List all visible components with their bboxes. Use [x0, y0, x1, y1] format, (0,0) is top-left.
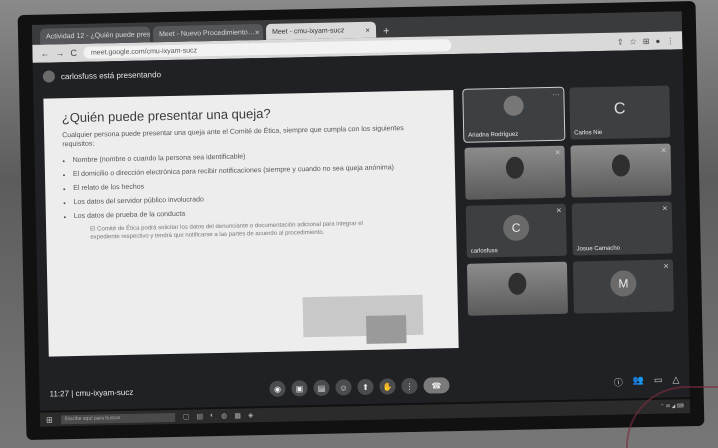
hand-icon[interactable]: ✋ — [379, 378, 396, 395]
tab-label: Meet - cmu-ixyam-sucz — [271, 26, 345, 36]
participant-tile[interactable]: C ✕ carlosfuss — [465, 203, 567, 258]
participant-avatar: C — [502, 214, 530, 242]
participant-tile[interactable]: ⋯ Ariadna Rodríguez — [462, 86, 566, 143]
menu-icon[interactable]: ⋮ — [666, 36, 674, 45]
participant-tile[interactable]: ✕ Josue Camacho — [571, 201, 673, 256]
control-buttons: ◉ ▣ ▤ ☺ ⬆ ✋ ⋮ ☎ — [269, 377, 450, 397]
slide-note: El Comité de Ética podrá solicitar los d… — [90, 221, 363, 241]
camera-icon[interactable]: ▣ — [291, 380, 308, 397]
participant-name: Ariadna Rodríguez — [468, 131, 519, 139]
monitor: Actividad 12 - ¿Quién puede presentar… ×… — [17, 0, 705, 441]
participant-name: Carlos Nie — [574, 129, 603, 137]
word-icon[interactable]: ▦ — [234, 412, 241, 420]
captions-icon[interactable]: ▤ — [313, 379, 330, 397]
edge-icon[interactable]: ◐ — [210, 412, 214, 420]
mic-icon[interactable]: ◉ — [269, 380, 286, 397]
tab-label: Actividad 12 - ¿Quién puede presentar… — [46, 30, 151, 41]
list-item: El domicilio o dirección electrónica par… — [73, 162, 437, 179]
taskbar-apps: ▢ ▤ ◐ ◍ ▦ ◈ — [183, 411, 254, 421]
profile-icon[interactable]: ● — [655, 36, 660, 45]
share-icon[interactable]: ⇪ — [617, 37, 624, 46]
participant-tile[interactable]: C Carlos Nie — [569, 85, 671, 140]
activities-icon[interactable]: △ — [672, 374, 679, 387]
participant-avatar: M — [610, 270, 637, 298]
participant-video — [611, 154, 631, 178]
participant-tile[interactable]: M ✕ — [572, 259, 674, 314]
presenting-text: carlosfuss está presentando — [60, 69, 162, 81]
screen: Actividad 12 - ¿Quién puede presentar… ×… — [31, 11, 690, 411]
presenting-banner: carlosfuss está presentando — [42, 68, 162, 83]
mic-off-icon: ✕ — [660, 147, 667, 155]
reload-icon[interactable]: C — [70, 48, 77, 58]
more-icon[interactable]: ⋮ — [401, 377, 418, 395]
extensions-icon[interactable]: ⊞ — [643, 36, 650, 45]
meeting-info: 11:27 | cmu-ixyam-sucz — [49, 387, 134, 399]
participant-video — [508, 272, 527, 296]
mic-off-icon: ✕ — [554, 149, 561, 157]
clock: 11:27 — [49, 388, 70, 399]
end-call-button[interactable]: ☎ — [423, 377, 450, 394]
present-icon[interactable]: ⬆ — [357, 378, 374, 396]
emoji-icon[interactable]: ☺ — [335, 379, 352, 396]
app-icon[interactable]: ◈ — [248, 411, 254, 419]
browser-tab-active[interactable]: Meet - cmu-ixyam-sucz × — [265, 21, 377, 40]
chrome-icon[interactable]: ◍ — [221, 412, 227, 420]
slide-image-icon — [365, 315, 407, 344]
tab-label: Meet - Nuevo Procedimiento… — [158, 28, 255, 38]
folder-icon[interactable]: ▤ — [196, 412, 203, 420]
task-view-icon[interactable]: ▢ — [183, 413, 190, 421]
participant-tile[interactable]: ✕ — [464, 145, 566, 200]
meeting-code: cmu-ixyam-sucz — [75, 387, 134, 398]
participant-tile[interactable]: ✕ — [570, 143, 672, 198]
windows-start-icon[interactable]: ⊞ — [46, 415, 53, 424]
participant-video — [505, 156, 525, 180]
mic-off-icon: ✕ — [663, 263, 670, 271]
participant-name: carlosfuss — [470, 248, 498, 255]
browser-tab[interactable]: Meet - Nuevo Procedimiento… × — [152, 24, 264, 43]
extension-icons: ⇪ ☆ ⊞ ● ⋮ — [617, 36, 675, 46]
participant-logo-icon — [503, 95, 524, 116]
meet-window: carlosfuss está presentando ¿Quién puede… — [32, 49, 690, 411]
shared-slide: ¿Quién puede presentar una queja? Cualqu… — [43, 90, 459, 357]
taskbar-search[interactable]: Escribe aquí para buscar — [60, 412, 175, 424]
avatar — [42, 70, 56, 83]
close-icon[interactable]: × — [255, 28, 260, 37]
browser-tab[interactable]: Actividad 12 - ¿Quién puede presentar… × — [39, 26, 151, 45]
slide-bullets: Nombre (nombre o cuando la persona sea i… — [63, 148, 438, 221]
list-item: Los datos de prueba de la conducta — [74, 205, 438, 222]
more-options-icon[interactable]: ⋯ — [552, 91, 559, 99]
participant-name: Josue Camacho — [576, 245, 621, 253]
list-item: El relato de los hechos — [73, 176, 437, 193]
chat-icon[interactable]: ▭ — [654, 374, 663, 387]
mic-off-icon: ✕ — [661, 205, 668, 213]
slide-intro: Cualquier persona puede presentar una qu… — [62, 125, 404, 149]
back-icon[interactable]: ← — [40, 48, 49, 58]
info-icon[interactable]: ⓘ — [614, 375, 623, 388]
star-icon[interactable]: ☆ — [629, 37, 636, 46]
close-icon[interactable]: × — [365, 25, 370, 34]
new-tab-button[interactable]: + — [379, 25, 394, 37]
mic-off-icon: ✕ — [555, 207, 562, 215]
forward-icon[interactable]: → — [55, 48, 64, 58]
participant-tile[interactable] — [466, 261, 568, 316]
list-item: Los datos del servidor público involucra… — [73, 191, 437, 208]
people-icon[interactable]: 👥 — [633, 375, 644, 388]
list-item: Nombre (nombre o cuando la persona sea i… — [73, 148, 437, 165]
participant-initial: C — [613, 100, 626, 119]
side-controls: ⓘ 👥 ▭ △ — [614, 374, 680, 388]
participant-grid: ⋯ Ariadna Rodríguez C Carlos Nie ✕ ✕ C ✕… — [462, 85, 678, 316]
slide-title: ¿Quién puede presentar una queja? — [61, 105, 271, 126]
